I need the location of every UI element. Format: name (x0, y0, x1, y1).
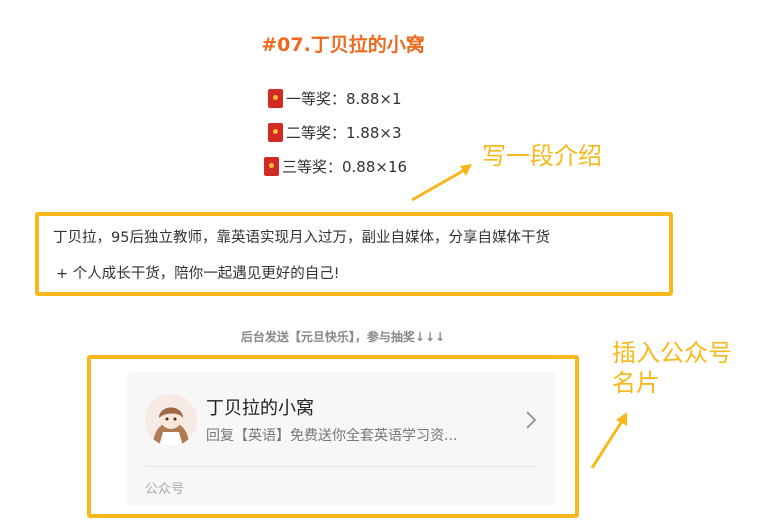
lottery-hint: 后台发送【元旦快乐】，参与抽奖↓↓↓ (240, 330, 446, 344)
card-arrow-icon (590, 412, 627, 469)
account-name: 丁贝拉的小窝 (206, 398, 314, 419)
avatar-illustration (145, 394, 197, 446)
account-type-label: 公众号 (145, 482, 185, 497)
intro-arrow-icon (411, 164, 472, 202)
card-divider (145, 466, 539, 467)
official-account-card[interactable]: 丁贝拉的小窝 回复【英语】免费送你全套英语学习资... 公众号 (127, 372, 556, 506)
intro-text-line1: 丁贝拉，95后独立教师，靠英语实现月入过万，副业自媒体，分享自媒体干货 (53, 230, 550, 246)
card-annotation-line1: 插入公众号 (612, 339, 732, 367)
card-annotation-line2: 名片 (612, 369, 660, 397)
avatar (145, 394, 197, 446)
intro-highlight-box (35, 212, 673, 296)
account-description: 回复【英语】免费送你全套英语学习资... (206, 428, 458, 444)
chevron-right-icon[interactable] (525, 410, 537, 430)
card-annotation: 插入公众号 名片 (612, 338, 732, 398)
intro-text-line2: + 个人成长干货，陪你一起遇见更好的自己! (56, 266, 340, 282)
